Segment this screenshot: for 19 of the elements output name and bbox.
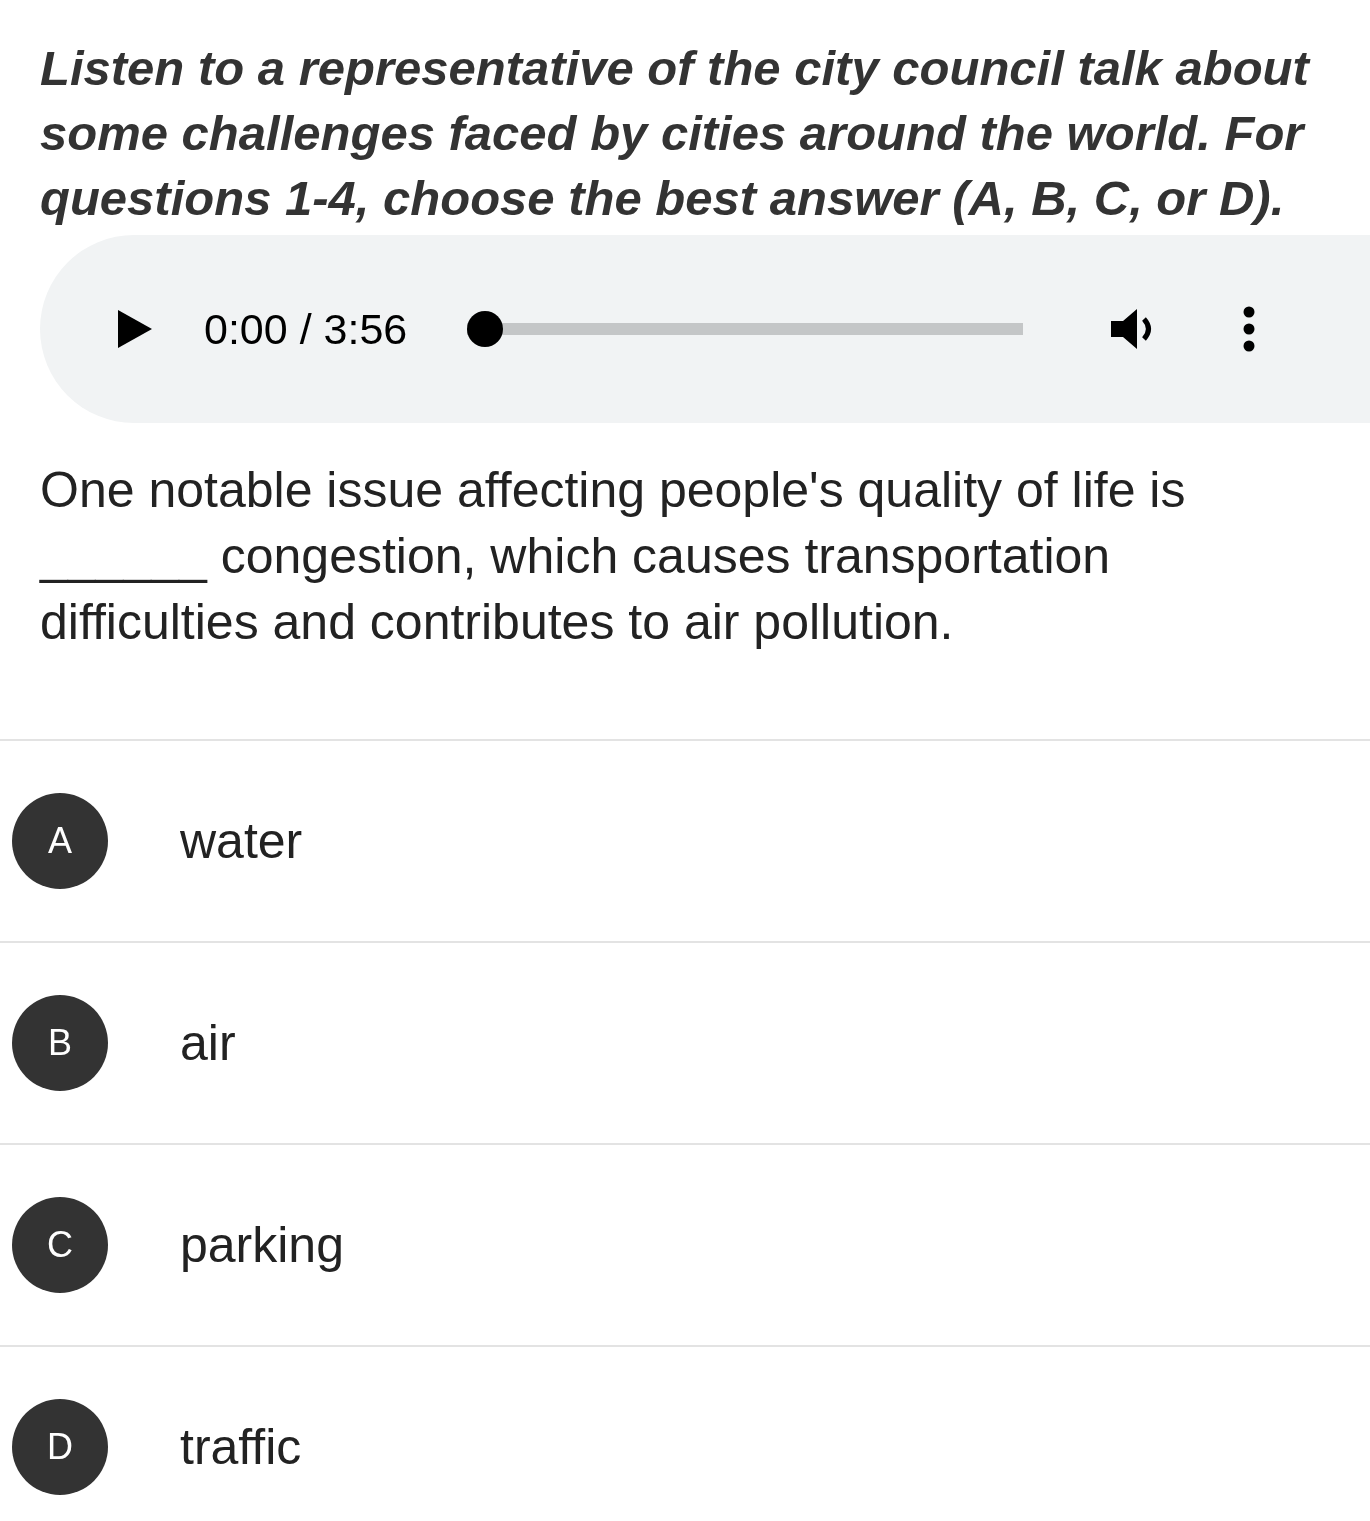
option-letter: B bbox=[12, 995, 108, 1091]
instructions-text: Listen to a representative of the city council talk about some challenges faced by cities around the world. For questions 1-4, choose the best answer (A, B, C, or D). bbox=[39, 40, 1312, 227]
option-letter: D bbox=[12, 1399, 108, 1495]
more-options-icon[interactable] bbox=[1243, 306, 1256, 352]
answer-option[interactable]: C parking bbox=[0, 1145, 1370, 1347]
option-text: traffic bbox=[180, 1418, 302, 1476]
option-text: parking bbox=[180, 1216, 344, 1274]
answer-option[interactable]: B air bbox=[0, 943, 1370, 1145]
slider-thumb[interactable] bbox=[467, 311, 504, 347]
option-text: air bbox=[180, 1014, 236, 1072]
option-text: water bbox=[180, 812, 303, 870]
time-display: 0:00 / 3:56 bbox=[204, 304, 408, 354]
option-letter: C bbox=[12, 1197, 108, 1293]
answer-option[interactable]: D traffic bbox=[0, 1347, 1370, 1521]
answer-option[interactable]: A water bbox=[0, 741, 1370, 943]
option-letter: A bbox=[12, 793, 108, 889]
question-text: One notable issue affecting people's quality of life is ______ congestion, which causes transportation difficulties and contributes to air pollution. bbox=[38, 461, 1187, 652]
audio-player[interactable]: 0:00 / 3:56 bbox=[40, 235, 1370, 423]
play-icon[interactable] bbox=[118, 310, 152, 348]
